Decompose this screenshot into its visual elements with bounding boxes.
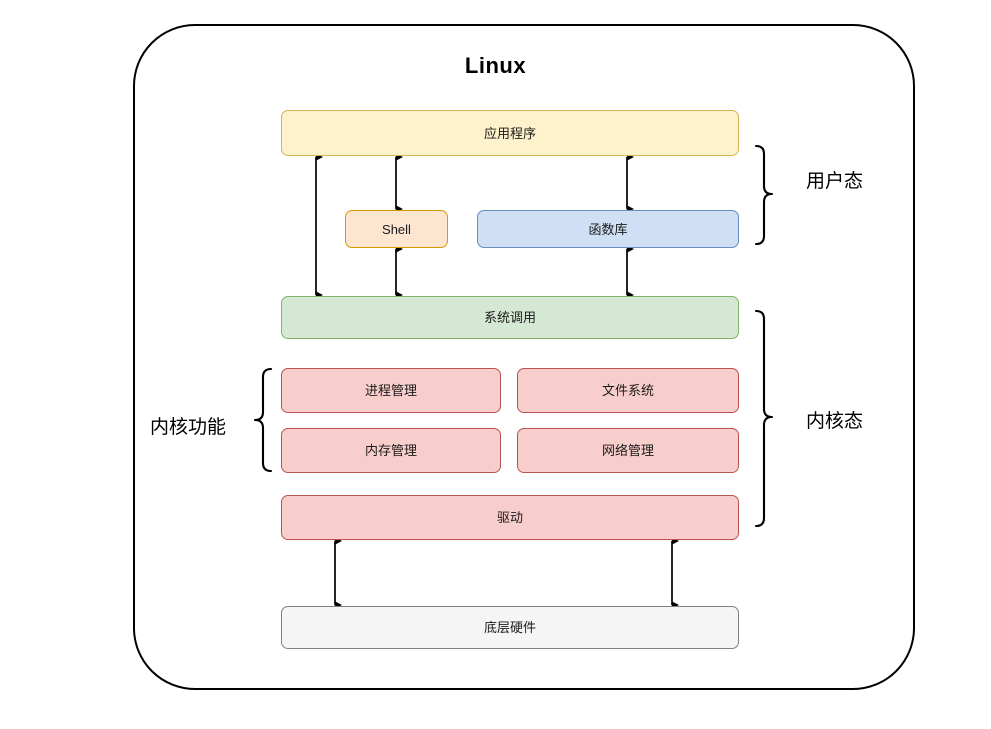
node-process-management[interactable]: 进程管理 [281, 368, 501, 413]
node-memory-management[interactable]: 内存管理 [281, 428, 501, 473]
node-driver[interactable]: 驱动 [281, 495, 739, 540]
node-file-system[interactable]: 文件系统 [517, 368, 739, 413]
node-application[interactable]: 应用程序 [281, 110, 739, 156]
label-kernel-mode: 内核态 [806, 411, 864, 432]
node-network-management[interactable]: 网络管理 [517, 428, 739, 473]
label-user-mode: 用户态 [806, 171, 864, 192]
diagram-title: Linux [464, 53, 527, 78]
label-kernel-functions: 内核功能 [150, 417, 227, 438]
node-system-call[interactable]: 系统调用 [281, 296, 739, 339]
node-libraries[interactable]: 函数库 [477, 210, 739, 248]
node-shell[interactable]: Shell [345, 210, 448, 248]
node-hardware[interactable]: 底层硬件 [281, 606, 739, 649]
diagram-canvas: Linux 应用程序 Shell 函数库 系统调用 进程管理 文件系统 内存管理… [0, 0, 991, 729]
